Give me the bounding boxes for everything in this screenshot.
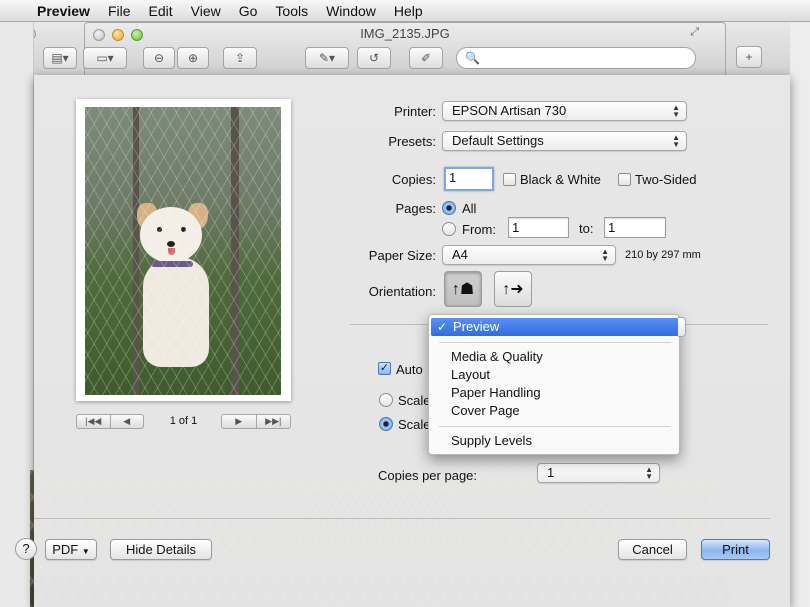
sidebar-view-icon[interactable]: ▤▾ (43, 47, 77, 69)
footer-divider (34, 518, 770, 519)
scale-to-fit-radio[interactable] (379, 417, 393, 431)
paper-size-label: Paper Size: (368, 248, 436, 263)
copies-per-page-popup[interactable]: 1 ▲ ▼ (537, 463, 660, 483)
popup-arrows-icon: ▲ ▼ (601, 247, 609, 263)
zoom-out-icon[interactable]: ⊖ (143, 47, 175, 69)
menu-item-paper-handling[interactable]: Paper Handling (429, 384, 679, 402)
preview-pager: |◀◀ ◀ 1 of 1 ▶ ▶▶| (76, 414, 291, 430)
auto-rotate-checkbox[interactable]: ✓ (378, 362, 391, 375)
menu-view[interactable]: View (182, 3, 230, 19)
paper-size-popup[interactable]: A4 ▲ ▼ (442, 245, 616, 265)
checkmark-icon: ✓ (437, 320, 448, 334)
copies-per-page-label: Copies per page: (378, 468, 478, 483)
sidebar-toggle-icon[interactable]: ▭▾ (83, 47, 127, 69)
menu-item-cover-page[interactable]: Cover Page (429, 402, 679, 420)
black-white-label: Black & White (520, 172, 601, 187)
window-title: IMG_2135.JPG (360, 26, 450, 41)
copies-per-page-value: 1 (547, 465, 555, 480)
next-page-button[interactable]: ▶ (222, 415, 256, 428)
pages-from-label: From: (462, 222, 496, 237)
menu-item-label: Preview (453, 319, 500, 334)
popup-arrows-icon: ▲ ▼ (645, 465, 653, 481)
pager-forward-buttons: ▶ ▶▶| (221, 414, 291, 429)
portrait-orientation-icon[interactable]: ↑☗ (444, 271, 482, 307)
two-sided-checkbox[interactable] (618, 173, 631, 186)
menu-help[interactable]: Help (385, 3, 432, 19)
auto-rotate-label: Auto (396, 362, 423, 377)
last-page-button[interactable]: ▶▶| (255, 415, 291, 428)
two-sided-label: Two-Sided (635, 172, 697, 187)
scale-radio[interactable] (379, 393, 393, 407)
new-tab-icon[interactable]: + (736, 46, 762, 68)
menu-tools[interactable]: Tools (266, 3, 317, 19)
preview-window-titlebar: IMG_2135.JPG ⤢ ▤▾ ▭▾ ⊖ ⊕ ⇪ ✎▾ ↺ ✐ 🔍 (43, 22, 726, 76)
section-menu: ✓ Preview Media & Quality Layout Paper H… (428, 314, 680, 455)
menu-app-name[interactable]: Preview (28, 3, 99, 19)
background-sidebar (0, 22, 34, 607)
paper-size-dimensions: 210 by 297 mm (625, 249, 701, 261)
printer-popup[interactable]: EPSON Artisan 730 ▲ ▼ (442, 101, 687, 121)
pages-from-radio[interactable] (442, 222, 456, 236)
help-button[interactable]: ? (15, 538, 37, 560)
rotate-icon[interactable]: ↺ (357, 47, 391, 69)
pdf-menu-button[interactable]: PDF ▼ (45, 539, 97, 560)
menu-window[interactable]: Window (317, 3, 385, 19)
hide-details-button[interactable]: Hide Details (110, 539, 212, 560)
preview-photo (85, 107, 281, 395)
menu-bar: Preview File Edit View Go Tools Window H… (0, 0, 810, 22)
edit-icon[interactable]: ✐ (409, 47, 443, 69)
search-input[interactable]: 🔍 (456, 47, 696, 69)
pages-to-label: to: (579, 221, 594, 236)
landscape-orientation-icon[interactable]: ↑➜ (494, 271, 532, 307)
popup-arrows-icon: ▲ ▼ (672, 103, 680, 119)
copies-field[interactable]: 1 (444, 167, 494, 191)
print-preview-page (76, 99, 291, 401)
menu-separator (439, 342, 671, 343)
pages-all-radio[interactable] (442, 201, 456, 215)
print-button[interactable]: Print (701, 539, 770, 560)
pages-from-field[interactable]: 1 (508, 217, 569, 238)
pdf-label: PDF (52, 542, 79, 557)
previous-page-button[interactable]: ◀ (109, 415, 144, 428)
copies-label: Copies: (391, 172, 436, 187)
fence-mesh (85, 107, 281, 395)
pages-label: Pages: (395, 201, 436, 216)
presets-label: Presets: (388, 134, 436, 149)
paper-size-value: A4 (452, 247, 468, 262)
menu-item-media-quality[interactable]: Media & Quality (429, 348, 679, 366)
pages-all-label: All (462, 201, 477, 216)
zoom-in-icon[interactable]: ⊕ (177, 47, 209, 69)
menu-file[interactable]: File (99, 3, 140, 19)
annotate-icon[interactable]: ✎▾ (305, 47, 349, 69)
menu-edit[interactable]: Edit (140, 3, 182, 19)
fullscreen-icon[interactable]: ⤢ (690, 26, 699, 39)
scale-label: Scale (398, 393, 431, 408)
section-popup-edge[interactable] (678, 317, 686, 337)
first-page-button[interactable]: |◀◀ (77, 415, 110, 428)
pager-back-buttons: |◀◀ ◀ (76, 414, 144, 429)
menu-item-preview[interactable]: ✓ Preview (431, 318, 679, 336)
popup-arrows-icon: ▲ ▼ (672, 133, 680, 149)
printer-label: Printer: (394, 104, 436, 119)
scale-to-fit-label: Scale (398, 417, 431, 432)
menu-item-layout[interactable]: Layout (429, 366, 679, 384)
menu-separator (439, 426, 671, 427)
menu-item-supply-levels[interactable]: Supply Levels (429, 432, 679, 450)
presets-popup[interactable]: Default Settings ▲ ▼ (442, 131, 687, 151)
cancel-button[interactable]: Cancel (618, 539, 687, 560)
orientation-label: Orientation: (368, 284, 436, 299)
chevron-down-icon: ▼ (81, 547, 90, 556)
page-indicator: 1 of 1 (169, 415, 198, 427)
pages-to-field[interactable]: 1 (604, 217, 666, 238)
background-edge (790, 22, 810, 607)
presets-value: Default Settings (452, 133, 544, 148)
share-icon[interactable]: ⇪ (223, 47, 257, 69)
printer-value: EPSON Artisan 730 (452, 103, 567, 118)
menu-go[interactable]: Go (230, 3, 267, 19)
black-white-checkbox[interactable] (503, 173, 516, 186)
